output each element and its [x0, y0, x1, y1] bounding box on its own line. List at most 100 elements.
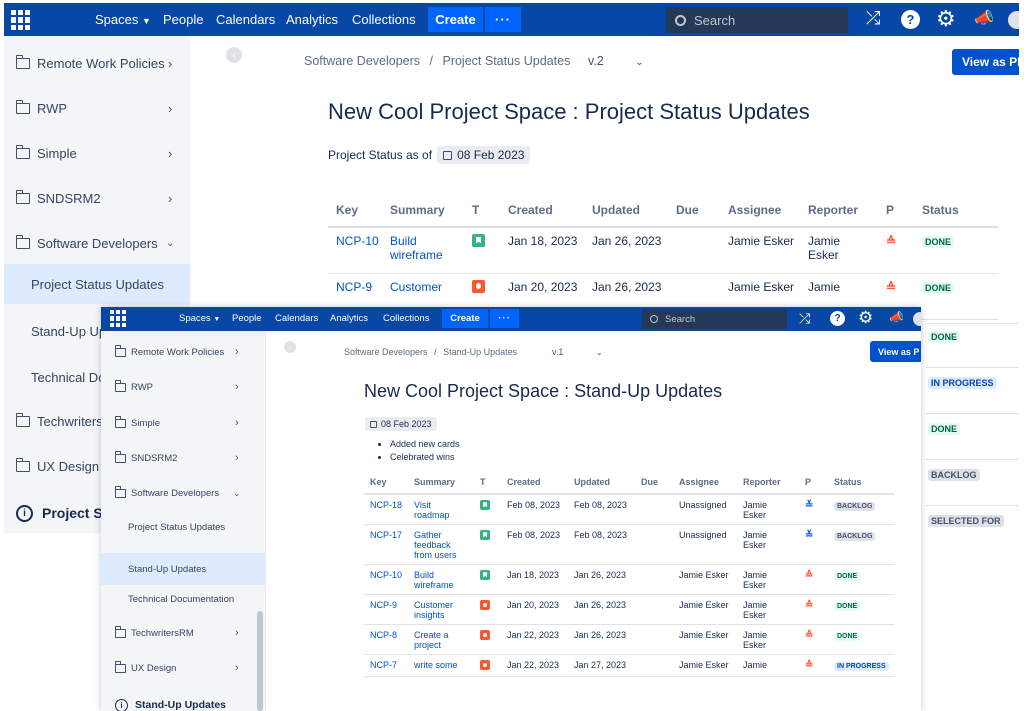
breadcrumb-page[interactable]: Stand-Up Updates: [443, 347, 517, 357]
date-line: 08 Feb 2023: [365, 417, 437, 431]
issue-summary[interactable]: Build wireframe: [390, 234, 443, 262]
more-button[interactable]: ···: [485, 7, 521, 32]
chevron-down-icon: ⌄: [635, 57, 644, 68]
status-badge: DONE: [922, 236, 955, 248]
jira-issues-table: Key Summary T Created Updated Due Assign…: [328, 196, 998, 320]
nav-analytics[interactable]: Analytics: [330, 313, 368, 324]
table-row: NCP-8 Create a project Jan 22, 2023 Jan 26, …: [364, 624, 894, 655]
avatar[interactable]: [1008, 11, 1019, 29]
folder-icon: [15, 99, 30, 114]
sidebar-item-stand-up-updates[interactable]: Stand-Up Updates: [101, 553, 265, 585]
collapse-sidebar-button[interactable]: ‹: [226, 47, 242, 63]
issue-summary[interactable]: Customer: [390, 280, 442, 294]
top-navigation-bar: Spaces ▼ People Calendars Analytics Coll…: [4, 3, 1019, 36]
updated-date: Jan 26, 2023: [588, 227, 672, 274]
issue-key[interactable]: NCP-8: [370, 630, 397, 640]
sidebar-item-sndsrm2[interactable]: SNDSRM2 ›: [101, 446, 265, 470]
issue-summary[interactable]: Create a project: [414, 630, 449, 650]
settings-icon[interactable]: ⚙: [858, 308, 873, 328]
issue-key[interactable]: NCP-17: [370, 530, 402, 540]
calendar-icon: [443, 150, 453, 160]
sidebar-item-project-status-updates[interactable]: Project Status Updates: [4, 264, 190, 304]
sidebar-item-software-developers[interactable]: Software Developers ⌄: [4, 228, 190, 258]
nav-calendars[interactable]: Calendars: [275, 313, 318, 324]
nav-people[interactable]: People: [163, 12, 203, 27]
sidebar-current-page[interactable]: i Stand-Up Updates: [101, 693, 265, 711]
shuffle-icon[interactable]: ⤮: [866, 8, 880, 29]
create-button[interactable]: Create: [428, 7, 483, 32]
notifications-icon[interactable]: 📣: [889, 310, 904, 324]
sidebar-scrollbar[interactable]: [257, 611, 263, 711]
story-icon: [480, 500, 490, 510]
nav-collections[interactable]: Collections: [383, 313, 429, 324]
issue-key[interactable]: NCP-7: [370, 660, 397, 670]
version-select[interactable]: v.2 ⌄: [588, 54, 644, 68]
breadcrumb-space[interactable]: Software Developers: [344, 347, 428, 357]
due-date: [638, 564, 676, 595]
shuffle-icon[interactable]: ⤮: [799, 310, 810, 327]
view-as-pdf-button[interactable]: View as PD: [952, 49, 1019, 75]
issue-key[interactable]: NCP-10: [370, 570, 402, 580]
jira-issues-table: Key Summary T Created Updated Due Assign…: [364, 472, 894, 677]
sidebar-item-ux-design[interactable]: UX Design ›: [101, 656, 265, 680]
nav-analytics[interactable]: Analytics: [286, 12, 338, 27]
app-switcher-icon[interactable]: [110, 310, 127, 327]
status-badge: SELECTED FOR: [928, 515, 1004, 527]
issue-summary[interactable]: Gather feedback from users: [414, 530, 457, 560]
more-button[interactable]: ···: [490, 309, 519, 328]
bug-icon: [480, 630, 490, 640]
breadcrumb-page[interactable]: Project Status Updates: [442, 54, 570, 68]
issue-summary[interactable]: Visit roadmap: [414, 500, 450, 520]
sidebar-item-remote-work-policies[interactable]: Remote Work Policies ›: [4, 48, 190, 78]
nav-spaces[interactable]: Spaces ▼: [179, 313, 220, 324]
view-as-pdf-button[interactable]: View as P: [870, 341, 921, 362]
status-badge: DONE: [922, 281, 955, 294]
sidebar-item-techwritersrm[interactable]: TechwritersRM ›: [101, 621, 265, 645]
created-date: Jan 18, 2023: [504, 564, 571, 595]
issue-summary[interactable]: Customer insights: [414, 600, 453, 620]
reporter: Jamie Esker: [740, 494, 802, 525]
sidebar-item-simple[interactable]: Simple ›: [4, 138, 190, 168]
status-badge: DONE: [928, 423, 961, 435]
app-switcher-icon[interactable]: [11, 10, 31, 30]
status-badge: DONE: [834, 572, 861, 581]
help-icon[interactable]: ?: [830, 311, 845, 326]
nav-people[interactable]: People: [232, 313, 262, 324]
sidebar-item-technical-documentation[interactable]: Technical Documentation: [101, 586, 265, 612]
priority-high-icon: ≙: [886, 234, 897, 248]
issue-summary[interactable]: Build wireframe: [414, 570, 454, 590]
breadcrumb-space[interactable]: Software Developers: [304, 54, 420, 68]
notifications-icon[interactable]: 📣: [974, 8, 994, 28]
status-column-overflow: DONE IN PROGRESS DONE BACKLOG SELECTED F…: [926, 323, 1019, 533]
nav-spaces[interactable]: Spaces ▼: [95, 12, 151, 27]
sidebar-item-rwp[interactable]: RWP ›: [4, 93, 190, 123]
created-date: Jan 20, 2023: [504, 594, 571, 625]
sidebar-item-rwp[interactable]: RWP ›: [101, 375, 265, 399]
create-button[interactable]: Create: [442, 309, 488, 328]
folder-icon: [15, 189, 30, 204]
settings-icon[interactable]: ⚙: [936, 6, 956, 32]
issue-key[interactable]: NCP-9: [336, 280, 372, 294]
sidebar-item-simple[interactable]: Simple ›: [101, 411, 265, 435]
avatar[interactable]: [913, 312, 921, 326]
version-select[interactable]: v.1 ⌄: [552, 347, 603, 357]
issue-key[interactable]: NCP-18: [370, 500, 402, 510]
sidebar-item-sndsrm2[interactable]: SNDSRM2 ›: [4, 183, 190, 213]
sidebar-item-project-status-updates[interactable]: Project Status Updates: [101, 514, 265, 540]
issue-summary[interactable]: write some: [414, 660, 458, 670]
info-icon: i: [115, 698, 128, 711]
collapse-sidebar-button[interactable]: ‹: [284, 341, 296, 353]
nav-collections[interactable]: Collections: [352, 12, 416, 27]
search-input[interactable]: Search: [642, 309, 787, 329]
page-title: New Cool Project Space : Stand-Up Update…: [364, 381, 723, 401]
nav-calendars[interactable]: Calendars: [216, 12, 275, 27]
sidebar-item-remote-work-policies[interactable]: Remote Work Policies ›: [101, 340, 265, 364]
issue-key[interactable]: NCP-10: [336, 234, 379, 248]
issue-key[interactable]: NCP-9: [370, 600, 397, 610]
sidebar-item-software-developers[interactable]: Software Developers ⌄: [101, 481, 265, 505]
search-input[interactable]: Search: [666, 7, 848, 33]
help-icon[interactable]: ?: [901, 10, 920, 29]
calendar-icon: [370, 420, 377, 428]
status-badge: IN PROGRESS: [834, 662, 889, 671]
priority-low-icon: ≚: [805, 530, 814, 541]
